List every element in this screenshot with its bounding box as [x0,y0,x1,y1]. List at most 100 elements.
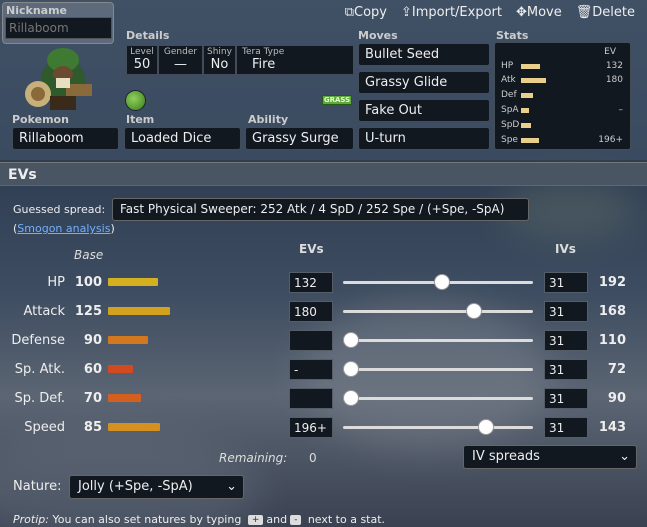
iv-input[interactable]: 31 [544,388,588,409]
smogon-close-paren: ) [110,222,115,235]
nature-label: Nature: [13,479,62,494]
ev-slider-thumb[interactable] [433,274,450,290]
ev-slider[interactable] [342,390,533,406]
ability-input[interactable]: Grassy Surge [245,127,354,150]
ev-input[interactable]: 132 [289,272,333,293]
guessed-spread-label: Guessed spread: [13,203,106,216]
ev-slider-thumb[interactable] [342,361,359,377]
stat-base-value: 125 [74,304,102,319]
evs-column-header: EVs [299,242,324,256]
tera-type-field[interactable]: Tera Type Fire [236,45,354,75]
stat-total: 72 [607,362,626,377]
move-label: Move [526,5,562,20]
ev-slider-thumb[interactable] [477,419,494,435]
delete-label: Delete [592,5,635,20]
nature-value: Jolly (+Spe, -SpA) [78,479,193,494]
smogon-analysis-link[interactable]: Smogon analysis [17,222,110,235]
stat-summary-spa: SpA – [501,104,627,116]
iv-input[interactable]: 31 [544,417,588,438]
ev-slider-thumb[interactable] [342,390,359,406]
ev-slider[interactable] [342,332,533,348]
ev-slider[interactable] [343,274,533,290]
stat-base-value: 60 [83,362,102,377]
iv-input[interactable]: 31 [544,272,588,293]
chevron-down-icon: ⌄ [619,449,630,464]
iv-input[interactable]: 31 [544,301,588,322]
stat-base-value: 100 [74,275,102,290]
stat-summary-ev: 180 [605,75,623,85]
move-button[interactable]: ✥Move [516,5,562,20]
type-badge: GRASS [322,95,352,105]
stat-base-value: 70 [83,391,102,406]
stat-summary-bar [521,107,529,113]
tera-value: Fire [252,57,276,72]
stat-summary-ev: 132 [605,61,623,71]
stat-base-bar [108,336,148,344]
import-export-label: Import/Export [411,5,502,20]
stat-summary-atk: Atk 180 [501,74,627,86]
stat-name: Defense [11,333,65,348]
nickname-input[interactable] [5,17,112,39]
stat-total: 168 [598,304,626,319]
evs-section-header: EVs [0,162,647,186]
stat-summary-ev: 196+ [598,135,623,145]
ev-slider-thumb[interactable] [342,332,359,348]
set-actions: ⧉Copy ⇪Import/Export ✥Move 🗑Delete [345,5,635,20]
iv-spreads-label: IV spreads [472,449,540,464]
copy-button[interactable]: ⧉Copy [345,5,387,20]
ev-input[interactable]: 196+ [289,417,333,438]
move-1-input[interactable]: Bullet Seed [358,43,490,66]
pokemon-input[interactable]: Rillaboom [12,127,119,150]
stat-summary-spe: Spe 196+ [501,134,627,146]
item-input[interactable]: Loaded Dice [124,127,241,150]
iv-input[interactable]: 31 [544,359,588,380]
protip-text-2: next to a stat. [307,513,386,526]
stat-row: Attack 125 180 31 168 [0,301,647,323]
guessed-spread-button[interactable]: Fast Physical Sweeper: 252 Atk / 4 SpD /… [112,198,529,221]
ev-slider[interactable] [343,303,533,319]
gender-field[interactable]: Gender — [158,45,203,75]
remaining-value: 0 [309,451,317,465]
stat-base-value: 85 [83,420,102,435]
stat-name: Speed [24,420,65,435]
ev-slider-thumb[interactable] [466,303,483,319]
stats-summary-button[interactable]: EV HP 132 Atk 180 Def SpA – SpD Spe 196+ [494,42,631,150]
stat-summary-name: Def [501,90,517,100]
iv-spreads-select[interactable]: IV spreads ⌄ [463,445,637,469]
ev-input[interactable] [289,388,333,409]
ev-input[interactable] [289,330,333,351]
stat-total: 90 [607,391,626,406]
ev-slider[interactable] [343,419,533,435]
pokemon-label: Pokemon [12,113,69,126]
stat-summary-name: SpA [501,105,519,115]
level-field[interactable]: Level 50 [126,45,158,75]
gender-heading: Gender [163,47,198,57]
delete-button[interactable]: 🗑Delete [576,5,635,20]
item-label: Item [126,113,155,126]
ev-input[interactable]: 180 [289,301,333,322]
stat-summary-hp: HP 132 [501,60,627,72]
stat-row: Sp. Def. 70 31 90 [0,388,647,410]
stat-summary-bar [521,137,539,143]
shiny-field[interactable]: Shiny No [203,45,236,75]
move-3-input[interactable]: Fake Out [358,99,490,122]
stat-base-bar [108,307,170,315]
stat-summary-name: SpD [501,120,520,130]
stat-row: Speed 85 196+ 31 143 [0,417,647,439]
stat-row: Sp. Atk. 60 - 31 72 [0,359,647,381]
import-export-button[interactable]: ⇪Import/Export [401,5,502,20]
minus-key-hint: - [290,515,302,525]
stat-total: 110 [598,333,626,348]
copy-label: Copy [354,5,387,20]
ev-slider[interactable] [342,361,533,377]
iv-input[interactable]: 31 [544,330,588,351]
move-4-input[interactable]: U-turn [358,127,490,150]
stat-total: 192 [598,275,626,290]
nickname-label: Nickname [6,4,67,17]
ev-input[interactable]: - [289,359,333,380]
nature-select[interactable]: Jolly (+Spe, -SpA) ⌄ [69,475,244,499]
stat-summary-name: HP [501,61,514,71]
stats-ev-heading: EV [604,47,616,57]
move-2-input[interactable]: Grassy Glide [358,71,490,94]
stat-summary-bar [521,122,531,128]
